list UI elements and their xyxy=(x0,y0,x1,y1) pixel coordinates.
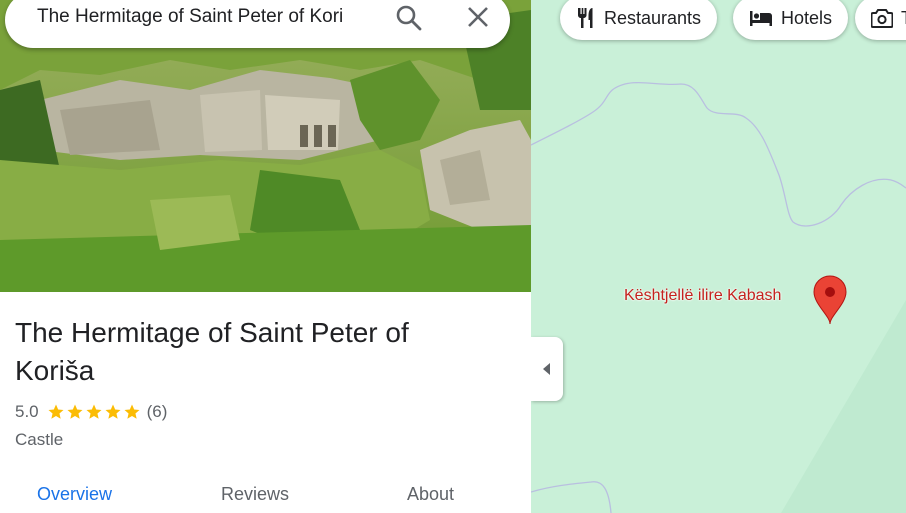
search-icon[interactable] xyxy=(394,3,424,33)
caret-left-icon xyxy=(543,363,550,375)
map-terrain xyxy=(531,0,906,513)
review-count[interactable]: (6) xyxy=(147,402,168,422)
collapse-panel-button[interactable] xyxy=(531,337,563,401)
bed-icon xyxy=(750,11,772,26)
restaurants-chip-label: Restaurants xyxy=(604,7,702,28)
map-view[interactable]: Restaurants Hotels T Kështjellë ilire Ka… xyxy=(531,0,906,513)
star-icon xyxy=(105,404,121,419)
map-pin-icon[interactable] xyxy=(812,274,848,326)
tab-overview[interactable]: Overview xyxy=(37,484,112,505)
rating-value: 5.0 xyxy=(15,402,39,421)
things-to-do-chip-label: T xyxy=(901,8,906,29)
map-marker-label[interactable]: Kështjellë ilire Kabash xyxy=(624,287,781,305)
restaurants-chip[interactable]: Restaurants xyxy=(560,0,718,40)
tab-reviews[interactable]: Reviews xyxy=(221,484,289,505)
star-icon xyxy=(86,404,102,419)
search-box[interactable]: The Hermitage of Saint Peter of Kori xyxy=(5,0,510,48)
close-icon[interactable] xyxy=(466,5,490,29)
things-to-do-chip[interactable]: T xyxy=(855,0,906,40)
fork-knife-icon xyxy=(578,8,593,28)
star-icon xyxy=(124,404,140,419)
star-icon xyxy=(48,404,64,419)
place-panel: The Hermitage of Saint Peter of Kori The… xyxy=(0,0,531,513)
tab-about[interactable]: About xyxy=(407,484,454,505)
star-icon xyxy=(67,404,83,419)
camera-icon xyxy=(871,9,893,28)
place-title: The Hermitage of Saint Peter of Koriša xyxy=(15,317,409,386)
place-category[interactable]: Castle xyxy=(15,430,63,450)
star-rating xyxy=(47,403,141,421)
rating-row[interactable]: 5.0 (6) xyxy=(15,401,167,423)
search-input[interactable]: The Hermitage of Saint Peter of Kori xyxy=(37,6,375,32)
hotels-chip-label: Hotels xyxy=(781,7,833,28)
hotels-chip[interactable]: Hotels xyxy=(733,0,849,40)
